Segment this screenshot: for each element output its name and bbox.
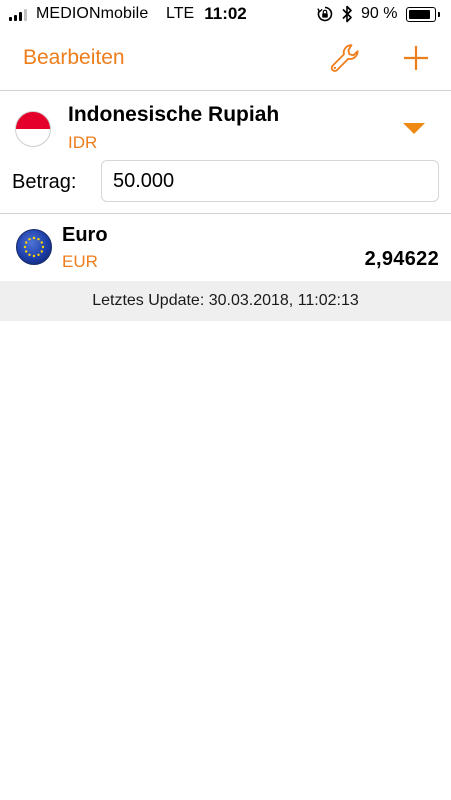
rotation-lock-icon [317, 6, 333, 22]
battery-icon [406, 7, 440, 22]
eu-star [28, 253, 31, 256]
divider [0, 90, 451, 91]
bluetooth-icon [342, 5, 352, 23]
target-currency-name: Euro [62, 224, 108, 246]
wrench-icon[interactable] [328, 42, 362, 76]
plus-icon[interactable] [402, 44, 430, 72]
amount-input[interactable] [101, 160, 439, 202]
edit-button[interactable]: Bearbeiten [23, 46, 125, 70]
currency-converter-screen: MEDIONmobile LTE 11:02 90 % Bearbeiten I… [0, 0, 451, 800]
source-currency-name: Indonesische Rupiah [68, 103, 280, 126]
eu-flag-icon [16, 229, 52, 265]
indonesia-flag-icon [15, 111, 51, 147]
last-update-bar: Letztes Update: 30.03.2018, 11:02:13 [0, 281, 451, 321]
battery-percentage: 90 % [361, 5, 398, 22]
eu-star [23, 245, 27, 249]
eu-star [41, 245, 45, 249]
converted-value: 2,94622 [364, 248, 439, 270]
eu-star [40, 250, 43, 253]
currency-dropdown-icon[interactable] [403, 123, 425, 134]
eu-star [28, 238, 31, 241]
eu-star [25, 250, 28, 253]
eu-star [25, 241, 28, 244]
status-bar: MEDIONmobile LTE 11:02 90 % [0, 0, 451, 30]
eu-star [37, 253, 40, 256]
source-currency-code: IDR [68, 133, 98, 152]
eu-star [37, 238, 40, 241]
divider [0, 213, 451, 214]
navigation-bar: Bearbeiten [0, 30, 451, 90]
eu-star [32, 254, 36, 258]
eu-star [32, 236, 36, 240]
eu-star [40, 241, 43, 244]
target-currency-code: EUR [62, 252, 98, 271]
amount-label: Betrag: [12, 171, 77, 193]
